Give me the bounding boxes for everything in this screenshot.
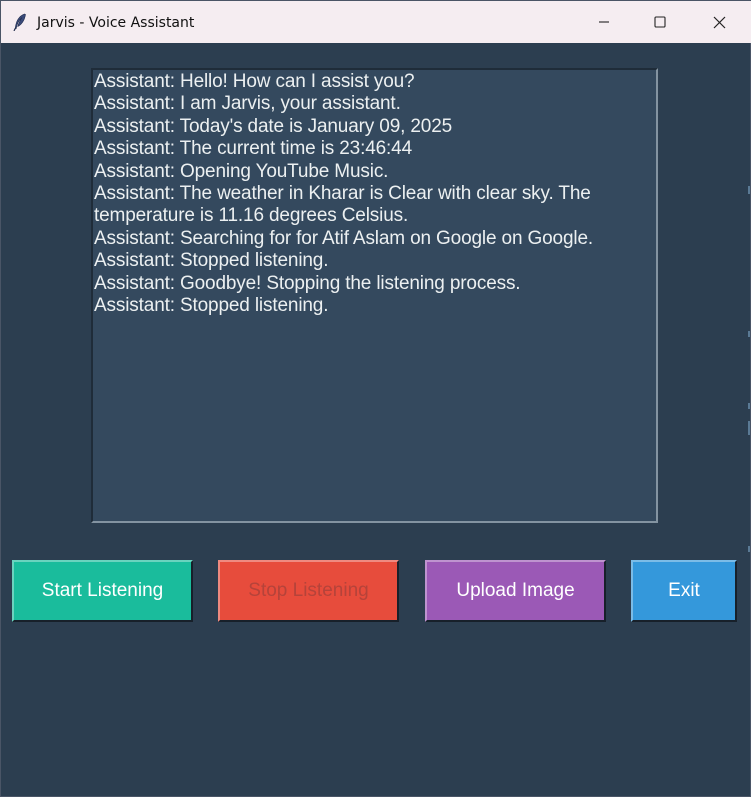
feather-icon xyxy=(12,13,28,32)
app-window: Jarvis - Voice Assistant Assistant: Hell… xyxy=(0,0,751,797)
log-line: Assistant: Stopped listening. xyxy=(94,250,329,272)
maximize-icon xyxy=(654,16,666,28)
title-bar[interactable]: Jarvis - Voice Assistant xyxy=(1,1,751,43)
conversation-log[interactable]: Assistant: Hello! How can I assist you? … xyxy=(91,68,658,523)
edge-artifact xyxy=(748,421,750,435)
minimize-icon xyxy=(598,16,610,28)
start-listening-button[interactable]: Start Listening xyxy=(12,560,193,622)
edge-artifact xyxy=(748,403,750,409)
close-button[interactable] xyxy=(690,1,748,43)
minimize-button[interactable] xyxy=(575,1,633,43)
edge-artifact xyxy=(748,331,750,337)
edge-artifact xyxy=(748,546,750,552)
log-line: Assistant: Goodbye! Stopping the listeni… xyxy=(94,272,521,294)
log-line: Assistant: The current time is 23:46:44 xyxy=(94,138,413,160)
log-line: Assistant: The weather in Kharar is Clea… xyxy=(94,183,596,227)
log-line: Assistant: Stopped listening. xyxy=(94,295,329,317)
log-line: Assistant: Opening YouTube Music. xyxy=(94,160,389,182)
close-icon xyxy=(713,16,726,29)
log-line: Assistant: Hello! How can I assist you? xyxy=(94,71,415,92)
log-line: Assistant: I am Jarvis, your assistant. xyxy=(94,93,401,115)
window-title: Jarvis - Voice Assistant xyxy=(37,15,195,31)
edge-artifact xyxy=(748,186,750,194)
stop-listening-button: Stop Listening xyxy=(218,560,399,622)
maximize-button[interactable] xyxy=(631,1,689,43)
log-line: Assistant: Today's date is January 09, 2… xyxy=(94,115,453,137)
exit-button[interactable]: Exit xyxy=(631,560,737,622)
upload-image-button[interactable]: Upload Image xyxy=(425,560,606,622)
log-line: Assistant: Searching for for Atif Aslam … xyxy=(94,227,593,249)
